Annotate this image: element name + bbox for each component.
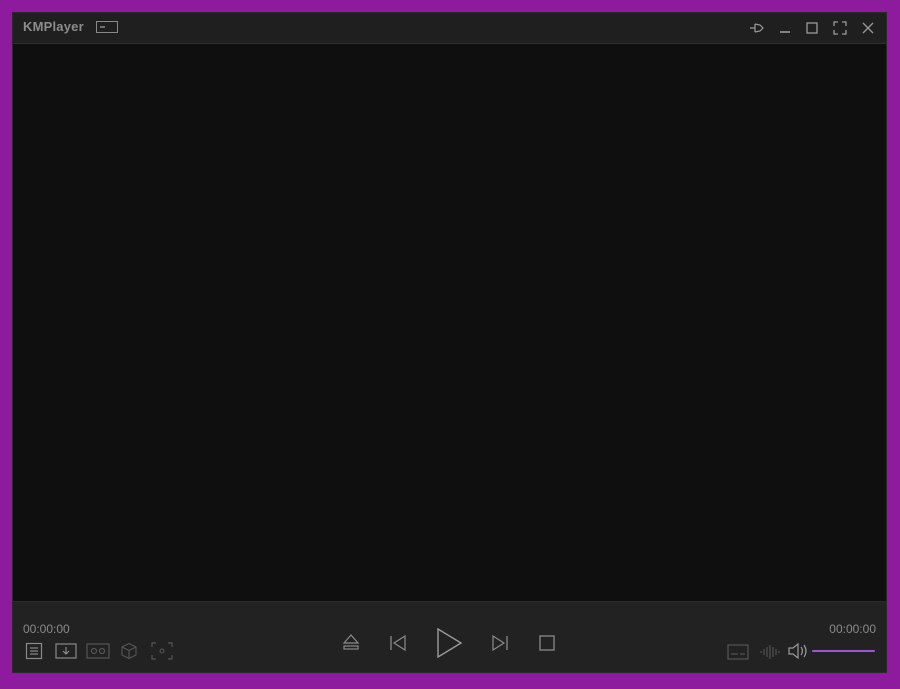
previous-icon[interactable]: [388, 633, 408, 653]
title-bar[interactable]: KMPlayer: [13, 13, 886, 44]
volume-icon[interactable]: [787, 642, 809, 660]
mini-mode-icon[interactable]: [96, 21, 118, 33]
current-time: 00:00:00: [23, 622, 70, 636]
fullscreen-icon[interactable]: [831, 19, 849, 37]
volume-slider[interactable]: [812, 650, 875, 652]
subtitle-icon[interactable]: [727, 644, 749, 660]
vr-icon[interactable]: [86, 643, 110, 659]
play-icon[interactable]: [435, 627, 463, 659]
eject-icon[interactable]: [342, 631, 360, 653]
video-area[interactable]: [13, 44, 886, 601]
cube-3d-icon[interactable]: [120, 642, 138, 660]
control-bar: 00:00:00 00:00:00: [13, 601, 886, 672]
player-window: KMPlayer 00:00:00 00:00:00: [12, 12, 887, 673]
stop-icon[interactable]: [538, 634, 556, 652]
maximize-icon[interactable]: [803, 19, 821, 37]
app-title: KMPlayer: [23, 19, 84, 34]
download-icon[interactable]: [55, 643, 77, 659]
audio-wave-icon[interactable]: [759, 644, 781, 660]
capture-icon[interactable]: [151, 642, 173, 660]
playlist-icon[interactable]: [25, 642, 43, 660]
total-time: 00:00:00: [829, 622, 876, 636]
close-icon[interactable]: [859, 19, 877, 37]
minimize-icon[interactable]: [776, 19, 794, 37]
pin-icon[interactable]: [748, 19, 766, 37]
next-icon[interactable]: [490, 633, 510, 653]
